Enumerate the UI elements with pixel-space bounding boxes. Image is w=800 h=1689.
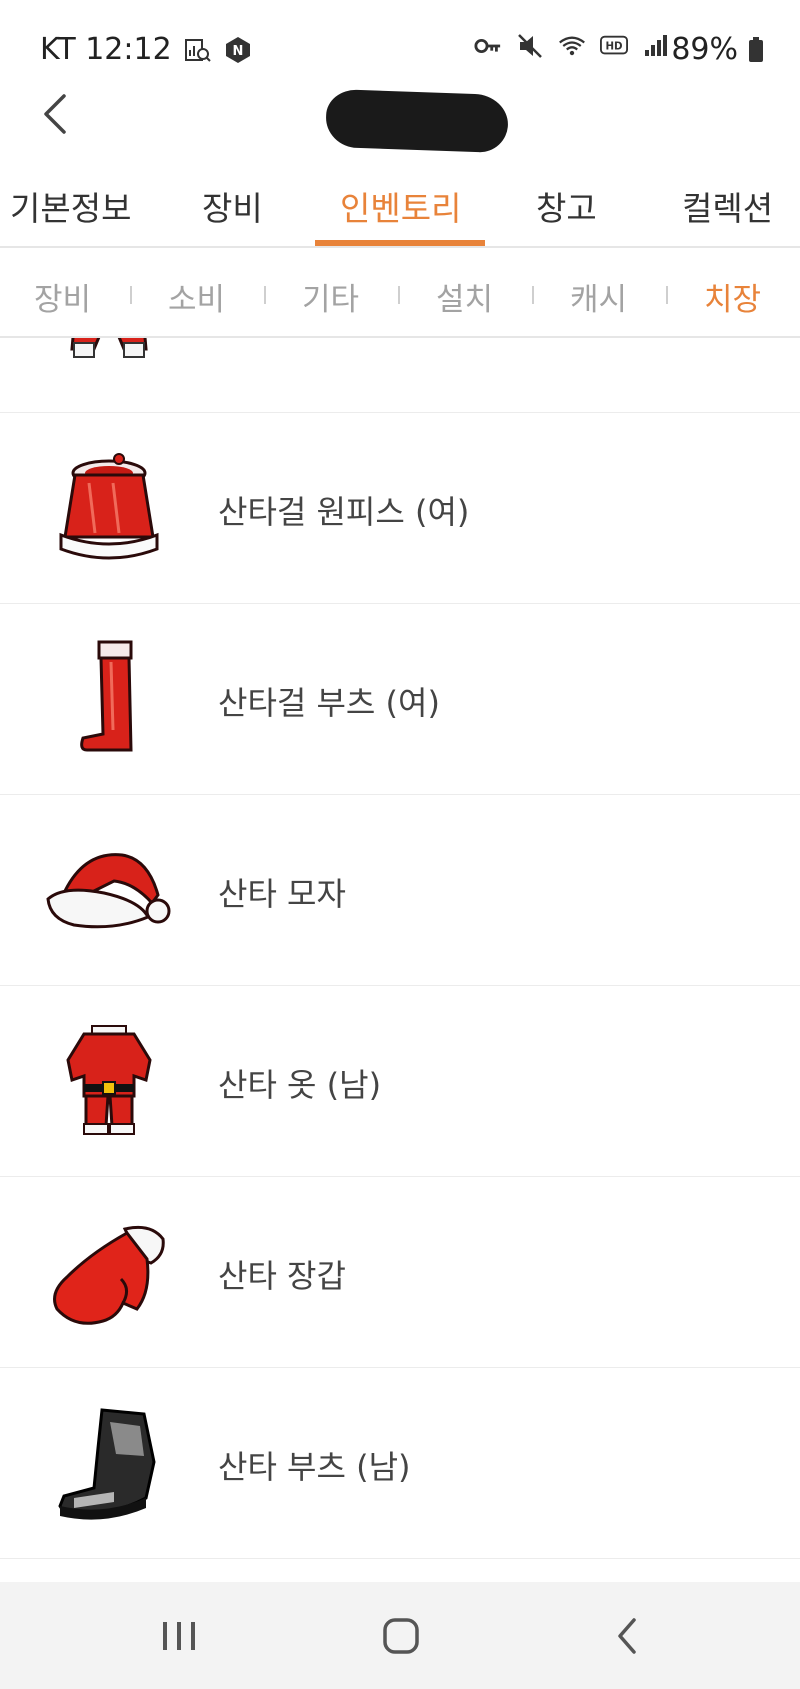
list-item[interactable]: 산타 옷 (남) — [0, 986, 800, 1177]
main-tabs: 기본정보 장비 인벤토리 창고 컬렉션 — [0, 170, 800, 248]
item-name: 산타 모자 — [218, 875, 346, 913]
status-bar: KT 12:12 N HD 89% — [0, 0, 800, 84]
item-name: 산타 장갑 — [218, 1257, 346, 1295]
tab-collection[interactable]: 컬렉션 — [682, 182, 773, 230]
mute-icon — [516, 32, 544, 60]
subtab-install[interactable]: 설치 — [436, 274, 493, 319]
battery-status: 89% — [671, 32, 770, 67]
status-left: KT 12:12 N — [40, 32, 252, 67]
svg-text:N: N — [232, 44, 243, 59]
santa-suit-icon — [44, 1020, 174, 1144]
santa-pants-icon — [44, 338, 174, 380]
sub-tab-divider — [264, 286, 266, 304]
sub-tabs: 장비 소비 기타 설치 캐시 치장 — [0, 250, 800, 338]
back-icon — [612, 1616, 642, 1660]
carrier-time: KT 12:12 — [40, 32, 172, 67]
header — [0, 84, 800, 156]
key-icon — [474, 32, 502, 60]
redacted-title — [325, 88, 509, 154]
hd-icon: HD — [600, 32, 628, 60]
tab-inventory[interactable]: 인벤토리 — [340, 182, 461, 230]
svg-text:HD: HD — [605, 41, 622, 53]
item-name: 산타 부츠 (남) — [218, 1448, 411, 1486]
home-icon — [381, 1616, 421, 1660]
red-boot-icon — [44, 638, 174, 762]
black-boot-icon — [44, 1402, 174, 1526]
system-nav-bar — [0, 1582, 800, 1689]
sub-tab-divider — [398, 286, 400, 304]
subtab-etc[interactable]: 기타 — [302, 274, 359, 319]
list-item[interactable] — [0, 338, 800, 413]
sub-tab-divider — [666, 286, 668, 304]
sub-tab-divider — [130, 286, 132, 304]
list-item[interactable]: 산타 장갑 — [0, 1177, 800, 1368]
naver-n-icon: N — [224, 36, 252, 64]
home-button[interactable] — [366, 1608, 436, 1668]
active-tab-indicator — [315, 240, 485, 246]
sub-tab-divider — [532, 286, 534, 304]
subtab-equipment[interactable]: 장비 — [34, 274, 91, 319]
list-item[interactable]: 산타 부츠 (남) — [0, 1368, 800, 1559]
santa-hat-icon — [44, 829, 174, 953]
recent-apps-icon — [159, 1618, 199, 1658]
nav-back-button[interactable] — [592, 1608, 662, 1668]
red-mitten-icon — [44, 1211, 174, 1335]
recent-apps-button[interactable] — [144, 1608, 214, 1668]
tab-equipment[interactable]: 장비 — [202, 182, 263, 230]
subtab-cosmetic[interactable]: 치장 — [704, 274, 761, 319]
list-item[interactable]: 산타걸 원피스 (여) — [0, 413, 800, 604]
santa-dress-icon — [44, 447, 174, 571]
list-item[interactable]: 산타 모자 — [0, 795, 800, 986]
tab-basic-info[interactable]: 기본정보 — [10, 182, 131, 230]
list-item[interactable]: 산타걸 부츠 (여) — [0, 604, 800, 795]
item-name: 산타 옷 (남) — [218, 1066, 382, 1104]
back-button[interactable] — [30, 86, 80, 146]
item-list: 산타걸 원피스 (여) 산타걸 부츠 (여) 산타 모자 산타 옷 (남) 산타… — [0, 338, 800, 1582]
battery-percent: 89% — [671, 32, 738, 67]
wifi-icon — [558, 32, 586, 60]
subtab-consume[interactable]: 소비 — [168, 274, 225, 319]
signal-icon — [642, 32, 670, 60]
status-right-icons: HD — [474, 32, 670, 60]
subtab-cash[interactable]: 캐시 — [570, 274, 627, 319]
item-name: 산타걸 부츠 (여) — [218, 684, 440, 722]
item-name: 산타걸 원피스 (여) — [218, 493, 470, 531]
tab-storage[interactable]: 창고 — [536, 182, 597, 230]
battery-icon — [742, 36, 770, 64]
chevron-left-icon — [42, 93, 68, 139]
chart-search-icon — [184, 36, 212, 64]
